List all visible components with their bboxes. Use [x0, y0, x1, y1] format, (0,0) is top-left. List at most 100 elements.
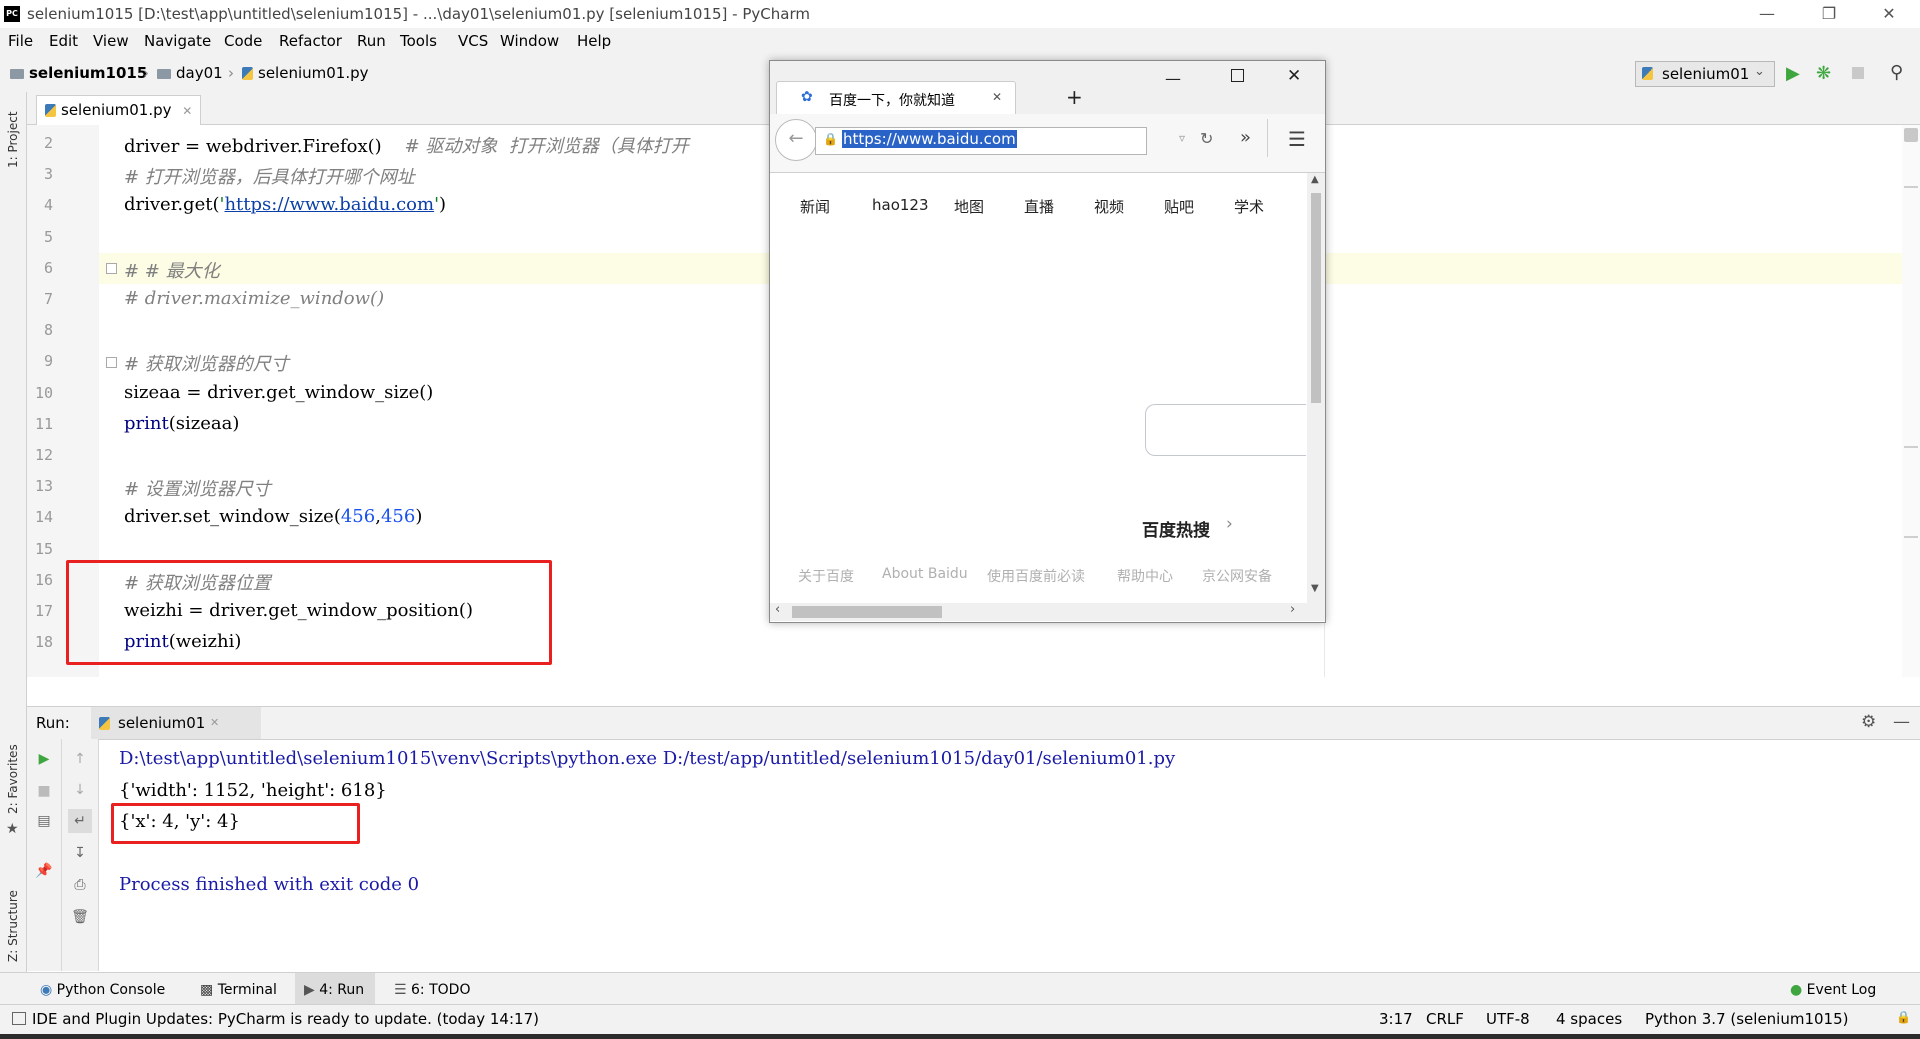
chevron-right-icon[interactable]: › [1226, 514, 1233, 534]
lock-icon[interactable]: 🔒 [1896, 1010, 1911, 1024]
gear-icon[interactable]: ⚙ [1861, 712, 1876, 732]
baidu-nav-news[interactable]: 新闻 [800, 196, 830, 217]
browser-tab-close-icon[interactable]: ✕ [992, 90, 1002, 104]
indent-select[interactable]: 4 spaces [1556, 1010, 1622, 1028]
error-stripe-marker[interactable] [1904, 536, 1918, 538]
code-line[interactable]: # # 最大化 [124, 257, 220, 283]
run-tool-tab[interactable]: ▶ 4: Run [304, 982, 364, 998]
structure-tool-tab[interactable]: Z: Structure [6, 890, 20, 962]
baidu-footer-license[interactable]: 京公网安备 [1202, 566, 1272, 586]
menu-vcs[interactable]: VCS [458, 32, 488, 50]
print-icon[interactable]: ⎙ [70, 875, 90, 895]
reload-icon[interactable]: ↻ [1200, 129, 1213, 148]
breadcrumb-folder[interactable]: day01 [157, 64, 223, 82]
back-arrow-icon[interactable]: ← [775, 119, 817, 161]
baidu-search-input[interactable] [1145, 404, 1306, 456]
minimize-icon[interactable]: — [1744, 0, 1790, 28]
browser-scroll-thumb[interactable] [1311, 193, 1321, 403]
menu-tools[interactable]: Tools [400, 32, 437, 50]
soft-wrap-icon[interactable]: ↵ [68, 809, 92, 833]
menu-window[interactable]: Window [500, 32, 559, 50]
close-tab-icon[interactable]: ✕ [182, 104, 192, 118]
scroll-up-arrow-icon[interactable]: ▲ [1311, 174, 1319, 185]
ff-minimize-icon[interactable]: — [1165, 69, 1181, 88]
breadcrumb-project[interactable]: selenium1015 [10, 64, 147, 82]
terminal-tab[interactable]: ▩ Terminal [200, 982, 277, 998]
url-dropdown-icon[interactable]: ▿ [1179, 131, 1185, 145]
scroll-to-end-icon[interactable]: ↧ [70, 843, 90, 863]
fold-marker-icon[interactable] [106, 263, 117, 274]
code-line[interactable]: # 打开浏览器，后具体打开哪个网址 [124, 163, 415, 189]
breadcrumb-file[interactable]: selenium01.py [242, 64, 369, 82]
baidu-nav-tieba[interactable]: 贴吧 [1164, 196, 1194, 217]
menu-view[interactable]: View [93, 32, 129, 50]
baidu-nav-map[interactable]: 地图 [954, 196, 984, 217]
baidu-nav-academic[interactable]: 学术 [1234, 196, 1264, 217]
firefox-window[interactable]: — ✕ ✿ 百度一下，你就知道 ✕ + ← 🔒 https://www.baid… [769, 60, 1326, 623]
line-separator-select[interactable]: CRLF [1426, 1010, 1464, 1028]
encoding-select[interactable]: UTF-8 [1486, 1010, 1530, 1028]
baidu-footer-terms[interactable]: 使用百度前必读 [987, 566, 1085, 586]
interpreter-select[interactable]: Python 3.7 (selenium1015) [1645, 1010, 1849, 1028]
editor-tab-selenium01[interactable]: selenium01.py ✕ [36, 95, 202, 125]
fold-marker-icon[interactable] [106, 357, 117, 368]
stop-icon[interactable] [1852, 67, 1864, 79]
status-message[interactable]: IDE and Plugin Updates: PyCharm is ready… [12, 1010, 539, 1028]
menu-help[interactable]: Help [577, 32, 611, 50]
pin-icon[interactable]: 📌 [34, 861, 54, 881]
up-arrow-icon[interactable]: ↑ [70, 749, 90, 769]
error-stripe-marker[interactable] [1904, 186, 1918, 188]
ff-close-icon[interactable]: ✕ [1287, 66, 1301, 86]
menu-run[interactable]: Run [357, 32, 386, 50]
scroll-right-arrow-icon[interactable]: › [1290, 602, 1295, 617]
code-line[interactable]: driver = webdriver.Firefox() # 驱动对象 打开浏览… [124, 132, 689, 158]
event-log-tab[interactable]: ● Event Log [1790, 982, 1876, 998]
trash-icon[interactable]: 🗑 [70, 907, 90, 927]
favorites-tool-tab[interactable]: 2: Favorites [6, 744, 20, 814]
baidu-footer-about-en[interactable]: About Baidu [882, 566, 968, 582]
run-configuration-select[interactable]: selenium01 ⌄ [1635, 61, 1775, 87]
code-line[interactable]: # 设置浏览器尺寸 [124, 475, 271, 501]
python-console-tab[interactable]: ◉ Python Console [40, 982, 165, 998]
url-text[interactable]: https://www.baidu.com [842, 130, 1017, 148]
baidu-nav-hao123[interactable]: hao123 [872, 196, 929, 214]
error-stripe-marker[interactable] [1904, 446, 1918, 448]
code-line[interactable]: print(sizeaa) [124, 413, 239, 434]
menu-edit[interactable]: Edit [49, 32, 78, 50]
browser-hscroll-thumb[interactable] [792, 606, 942, 618]
project-tool-tab[interactable]: 1: Project [6, 111, 20, 168]
code-line[interactable]: driver.set_window_size(456,456) [124, 506, 422, 527]
editor-scrollbar[interactable] [1902, 125, 1920, 677]
run-icon[interactable]: ▶ [1786, 63, 1800, 84]
menu-navigate[interactable]: Navigate [144, 32, 211, 50]
baidu-hot-search-title[interactable]: 百度热搜 [1142, 516, 1210, 541]
stop-icon[interactable]: ■ [34, 781, 54, 801]
code-line[interactable]: # 获取浏览器的尺寸 [124, 350, 289, 376]
scroll-left-arrow-icon[interactable]: ‹ [775, 602, 780, 617]
code-line[interactable]: # driver.maximize_window() [124, 288, 384, 309]
search-icon[interactable]: ⚲ [1890, 62, 1903, 83]
code-line[interactable]: sizeaa = driver.get_window_size() [124, 382, 433, 403]
browser-tab[interactable]: ✿ 百度一下，你就知道 ✕ [776, 81, 1016, 115]
todo-tab[interactable]: ☰ 6: TODO [394, 982, 470, 998]
baidu-nav-video[interactable]: 视频 [1094, 196, 1124, 217]
run-tab-label[interactable]: selenium01 [118, 714, 205, 732]
baidu-footer-help[interactable]: 帮助中心 [1117, 566, 1173, 586]
inspection-status-icon[interactable] [1904, 128, 1918, 142]
down-arrow-icon[interactable]: ↓ [70, 780, 90, 800]
close-window-icon[interactable]: ✕ [1866, 0, 1912, 28]
baidu-footer-about[interactable]: 关于百度 [798, 566, 854, 586]
baidu-nav-live[interactable]: 直播 [1024, 196, 1054, 217]
menu-file[interactable]: File [8, 32, 33, 50]
layout-icon[interactable]: ▤ [34, 811, 54, 831]
hide-panel-icon[interactable]: — [1893, 712, 1910, 732]
scroll-down-arrow-icon[interactable]: ▼ [1311, 583, 1319, 594]
new-tab-plus-icon[interactable]: + [1066, 85, 1083, 109]
restore-icon[interactable]: ❐ [1806, 0, 1852, 28]
overflow-chevron-icon[interactable]: » [1240, 127, 1251, 148]
menu-refactor[interactable]: Refactor [279, 32, 342, 50]
debug-bug-icon[interactable]: ❋ [1816, 63, 1831, 84]
hamburger-menu-icon[interactable]: ☰ [1288, 127, 1306, 151]
code-line[interactable]: driver.get('https://www.baidu.com') [124, 194, 446, 215]
menu-code[interactable]: Code [224, 32, 262, 50]
